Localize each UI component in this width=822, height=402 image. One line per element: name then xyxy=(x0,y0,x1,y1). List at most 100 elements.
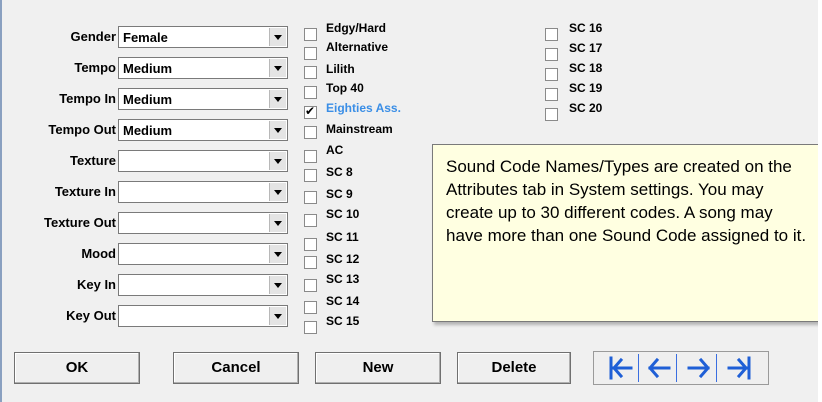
sound-code-checkbox[interactable] xyxy=(304,301,317,314)
texture-out-label: Texture Out xyxy=(44,215,116,230)
ok-button[interactable]: OK xyxy=(14,352,140,384)
tempo-in-select[interactable]: Medium xyxy=(118,88,288,110)
texture-select[interactable] xyxy=(118,150,288,172)
sound-code-label: SC 12 xyxy=(326,252,360,266)
sound-code-checkbox[interactable] xyxy=(304,126,317,139)
sound-code-label: SC 20 xyxy=(569,101,603,115)
sound-code-label: SC 13 xyxy=(326,272,360,286)
field-row-texture-in: Texture In xyxy=(2,181,116,203)
field-row-tempo-in: Tempo In xyxy=(2,88,116,110)
chevron-down-icon[interactable] xyxy=(269,121,286,139)
sound-code-label: SC 14 xyxy=(326,294,360,308)
last-record-icon[interactable] xyxy=(726,355,752,381)
sound-code-label: SC 16 xyxy=(569,21,603,35)
sound-code-checkbox[interactable] xyxy=(304,256,317,269)
sound-code-tooltip: Sound Code Names/Types are created on th… xyxy=(432,144,820,322)
field-row-key-out: Key Out xyxy=(2,305,116,327)
sound-code-checkbox[interactable] xyxy=(304,47,317,60)
sound-code-label: SC 10 xyxy=(326,207,360,221)
gender-select[interactable]: Female xyxy=(118,26,288,48)
window-edge xyxy=(818,0,822,402)
first-record-icon[interactable] xyxy=(608,355,634,381)
sound-code-checkbox[interactable] xyxy=(545,48,558,61)
field-row-tempo: Tempo xyxy=(2,57,116,79)
attributes-panel: Gender Female Tempo Medium Tempo In Medi… xyxy=(0,0,822,402)
tempo-in-label: Tempo In xyxy=(59,91,116,106)
sound-code-checkbox[interactable] xyxy=(545,28,558,41)
tempo-out-label: Tempo Out xyxy=(48,122,116,137)
tempo-value: Medium xyxy=(123,61,173,76)
tempo-label: Tempo xyxy=(74,60,116,75)
texture-in-label: Texture In xyxy=(54,184,116,199)
mood-label: Mood xyxy=(81,246,116,261)
sound-code-checkbox[interactable] xyxy=(304,279,317,292)
key-out-label: Key Out xyxy=(66,308,116,323)
cancel-button[interactable]: Cancel xyxy=(173,352,299,384)
field-row-key-in: Key In xyxy=(2,274,116,296)
sound-code-label: Mainstream xyxy=(326,122,393,136)
tempo-out-value: Medium xyxy=(123,123,173,138)
texture-label: Texture xyxy=(70,153,116,168)
field-row-texture-out: Texture Out xyxy=(2,212,116,234)
field-row-tempo-out: Tempo Out xyxy=(2,119,116,141)
sound-code-checkbox[interactable] xyxy=(304,66,317,79)
sound-code-label: SC 8 xyxy=(326,165,353,179)
tempo-out-select[interactable]: Medium xyxy=(118,119,288,141)
chevron-down-icon[interactable] xyxy=(269,245,286,263)
sound-code-checkbox[interactable] xyxy=(545,108,558,121)
tempo-select[interactable]: Medium xyxy=(118,57,288,79)
sound-code-checkbox[interactable] xyxy=(304,214,317,227)
nav-divider xyxy=(676,354,677,382)
chevron-down-icon[interactable] xyxy=(269,276,286,294)
field-row-gender: Gender xyxy=(2,26,116,48)
sound-code-label: SC 19 xyxy=(569,81,603,95)
sound-code-checkbox[interactable] xyxy=(304,191,317,204)
chevron-down-icon[interactable] xyxy=(269,90,286,108)
delete-button[interactable]: Delete xyxy=(457,352,571,384)
sound-code-checkbox[interactable] xyxy=(304,150,317,163)
gender-label: Gender xyxy=(70,29,116,44)
sound-code-checkbox[interactable] xyxy=(304,28,317,41)
sound-code-label: AC xyxy=(326,143,344,157)
sound-code-label: Top 40 xyxy=(326,81,364,95)
sound-code-label: SC 11 xyxy=(326,230,359,244)
sound-code-checkbox[interactable] xyxy=(304,321,317,334)
record-navigation xyxy=(593,351,769,385)
chevron-down-icon[interactable] xyxy=(269,152,286,170)
sound-code-label: SC 15 xyxy=(326,314,360,328)
nav-divider xyxy=(638,354,639,382)
sound-code-checkbox[interactable] xyxy=(304,238,317,251)
nav-divider xyxy=(716,354,717,382)
chevron-down-icon[interactable] xyxy=(269,59,286,77)
sound-code-label: Lilith xyxy=(326,62,355,76)
previous-record-icon[interactable] xyxy=(646,355,672,381)
sound-code-label: SC 9 xyxy=(326,187,353,201)
gender-value: Female xyxy=(123,30,168,45)
field-row-mood: Mood xyxy=(2,243,116,265)
key-in-select[interactable] xyxy=(118,274,288,296)
sound-code-label: SC 18 xyxy=(569,61,603,75)
sound-code-checkbox[interactable] xyxy=(304,169,317,182)
texture-in-select[interactable] xyxy=(118,181,288,203)
sound-code-label: SC 17 xyxy=(569,41,603,55)
sound-code-checkbox[interactable] xyxy=(304,86,317,99)
tempo-in-value: Medium xyxy=(123,92,173,107)
sound-code-checkbox[interactable] xyxy=(545,68,558,81)
chevron-down-icon[interactable] xyxy=(269,183,286,201)
chevron-down-icon[interactable] xyxy=(269,214,286,232)
sound-code-label: Edgy/Hard xyxy=(326,21,387,35)
chevron-down-icon[interactable] xyxy=(269,307,286,325)
chevron-down-icon[interactable] xyxy=(269,28,286,46)
sound-code-checkbox-checked[interactable] xyxy=(304,104,317,119)
texture-out-select[interactable] xyxy=(118,212,288,234)
tooltip-text: Sound Code Names/Types are created on th… xyxy=(446,157,807,245)
field-row-texture: Texture xyxy=(2,150,116,172)
sound-code-checkbox[interactable] xyxy=(545,88,558,101)
new-button[interactable]: New xyxy=(315,352,441,384)
key-in-label: Key In xyxy=(76,277,116,292)
next-record-icon[interactable] xyxy=(686,355,712,381)
key-out-select[interactable] xyxy=(118,305,288,327)
mood-select[interactable] xyxy=(118,243,288,265)
sound-code-label-selected: Eighties Ass. xyxy=(326,101,401,115)
sound-code-label: Alternative xyxy=(326,40,389,54)
